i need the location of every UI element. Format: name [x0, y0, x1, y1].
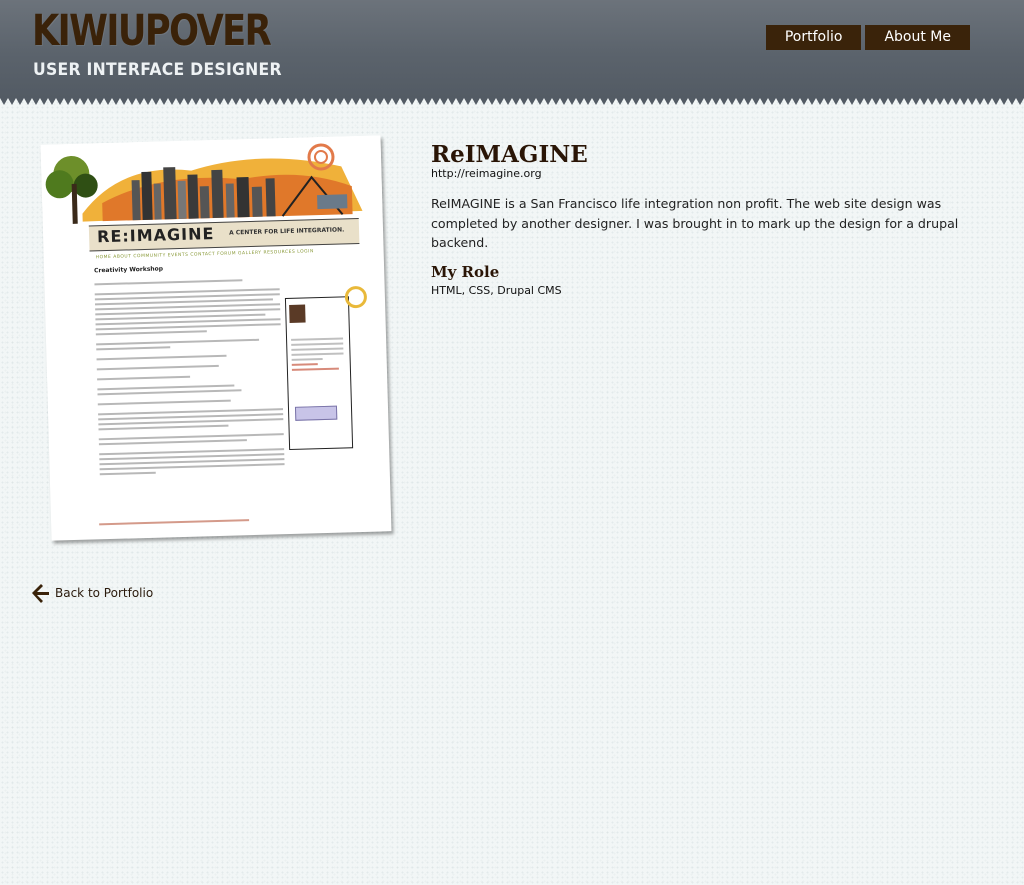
site-header: KIWIUPOVER USER INTERFACE DESIGNER Portf…: [0, 0, 1024, 98]
reimagine-site-thumbnail: RE:IMAGINE A CENTER FOR LIFE INTEGRATION…: [40, 135, 392, 541]
thumbnail-nav: HOME ABOUT COMMUNITY EVENTS CONTACT FORU…: [95, 249, 314, 261]
back-to-portfolio-link[interactable]: Back to Portfolio: [32, 583, 153, 603]
project-title: ReIMAGINE: [431, 141, 588, 168]
role-text: HTML, CSS, Drupal CMS: [431, 284, 562, 297]
thumbnail-photo: [289, 304, 306, 323]
header-zigzag-edge: [0, 98, 1024, 106]
site-logo-subtitle: USER INTERFACE DESIGNER: [33, 60, 282, 80]
back-to-portfolio-label: Back to Portfolio: [55, 586, 154, 600]
site-logo-title[interactable]: KIWIUPOVER: [32, 6, 272, 56]
thumbnail-sidebar: [284, 296, 354, 451]
project-description: ReIMAGINE is a San Francisco life integr…: [431, 196, 959, 250]
project-screenshot[interactable]: RE:IMAGINE A CENTER FOR LIFE INTEGRATION…: [40, 135, 400, 542]
thumbnail-tagline: A CENTER FOR LIFE INTEGRATION.: [228, 226, 345, 237]
thumbnail-footer: [99, 519, 250, 526]
thumbnail-brand-bar: RE:IMAGINE A CENTER FOR LIFE INTEGRATION…: [88, 217, 360, 252]
main-nav: Portfolio About Me: [765, 25, 970, 50]
thumbnail-donate-button: [294, 405, 338, 421]
city-banner-illustration: [40, 135, 383, 225]
thumbnail-brand: RE:IMAGINE: [96, 224, 215, 247]
thumbnail-heading: Creativity Workshop: [93, 265, 164, 275]
thumbnail-sun-decoration: [344, 285, 368, 309]
arrow-left-icon: [32, 584, 49, 603]
project-url-link[interactable]: http://reimagine.org: [431, 167, 542, 181]
thumbnail-body-text: [94, 278, 285, 478]
nav-about-me-button[interactable]: About Me: [865, 25, 970, 50]
thumbnail-sidebar-text: [291, 337, 344, 373]
role-heading: My Role: [431, 263, 500, 281]
nav-portfolio-button[interactable]: Portfolio: [765, 25, 862, 50]
